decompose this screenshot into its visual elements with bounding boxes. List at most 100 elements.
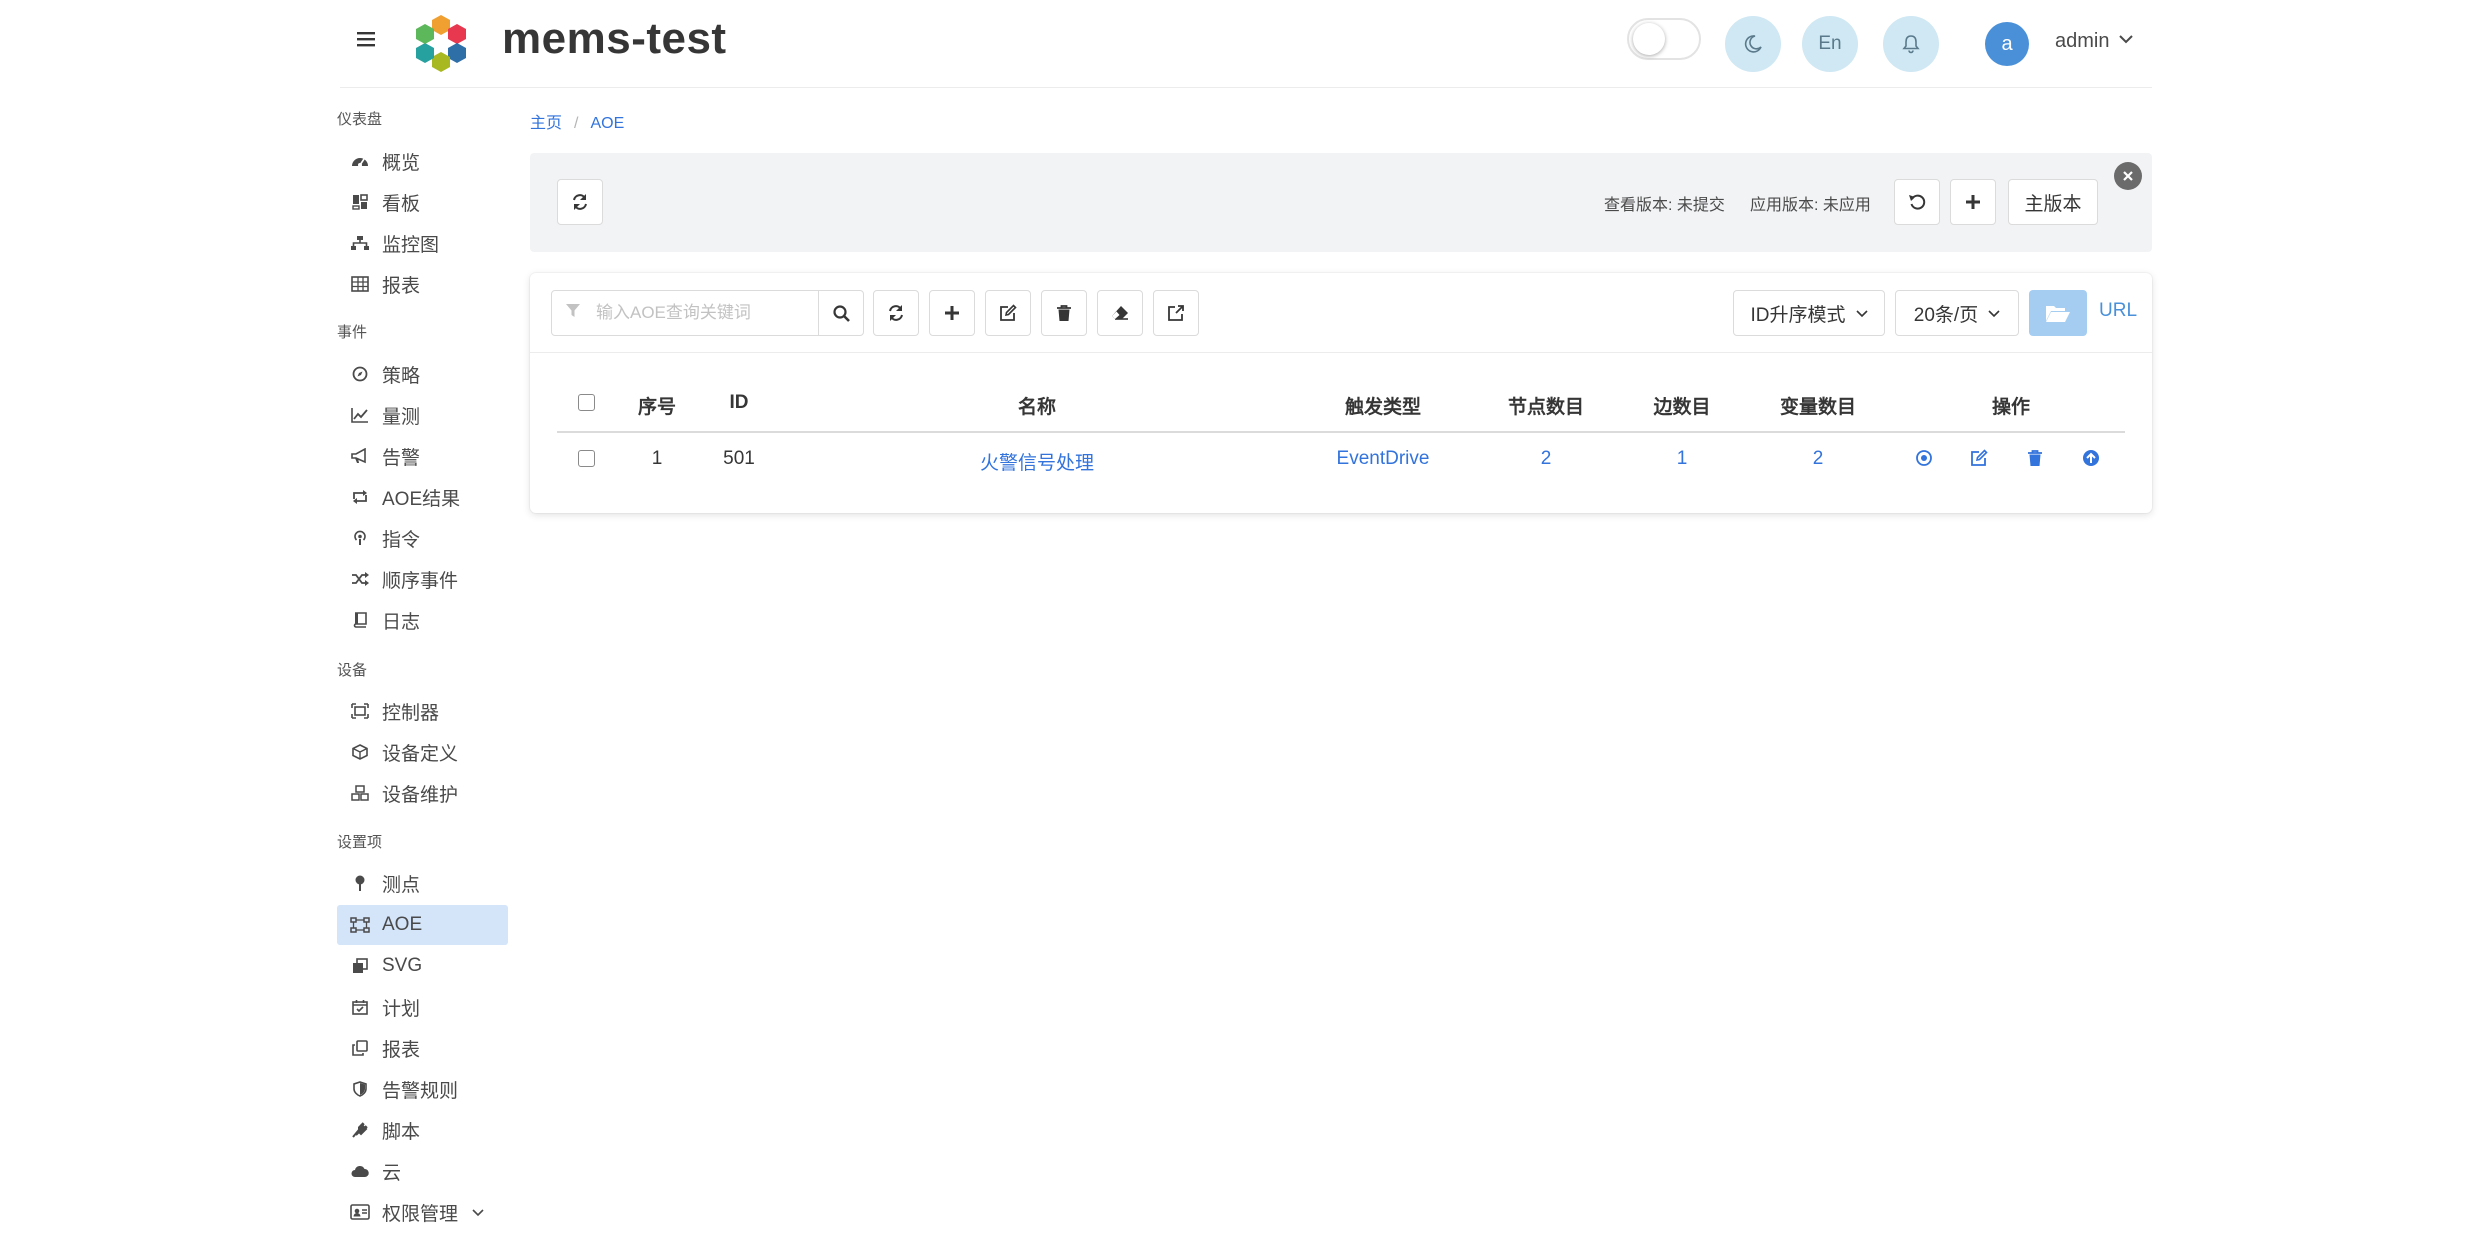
- open-folder-button[interactable]: [2029, 290, 2087, 336]
- sidebar-item-controller[interactable]: 控制器: [337, 691, 508, 731]
- folder-open-icon: [2046, 306, 2070, 322]
- column-header-actions: 操作: [1991, 397, 2031, 418]
- switch-knob: [1633, 23, 1665, 55]
- apply-version-text: 应用版本: 未应用: [1750, 197, 1871, 214]
- dark-mode-button[interactable]: [1725, 16, 1781, 72]
- edit-aoe-button[interactable]: [985, 290, 1031, 336]
- shield-icon: [350, 1079, 370, 1099]
- eraser-icon: [1112, 306, 1128, 320]
- theme-switch[interactable]: [1627, 18, 1701, 60]
- notification-button[interactable]: [1883, 16, 1939, 72]
- search-box: [551, 290, 819, 336]
- dot-circle-icon: [1916, 450, 1932, 466]
- sidebar-item-label: 云: [382, 1162, 402, 1184]
- sidebar-item-aoe-result[interactable]: AOE结果: [337, 477, 508, 517]
- row-edit-button[interactable]: [1968, 447, 1990, 469]
- sidebar-item-measurement[interactable]: 量测: [337, 395, 508, 435]
- sidebar-item-label: 监控图: [382, 234, 440, 256]
- avatar[interactable]: a: [1985, 22, 2029, 66]
- sidebar-item-label: 报表: [382, 1039, 421, 1061]
- select-all-checkbox[interactable]: [578, 394, 595, 411]
- sidebar-item-cloud[interactable]: 云: [337, 1151, 508, 1191]
- cell-name-link[interactable]: 火警信号处理: [980, 448, 1094, 475]
- column-header-trigger-type[interactable]: 触发类型: [1345, 392, 1421, 419]
- sidebar-item-script[interactable]: 脚本: [337, 1110, 508, 1150]
- clone-icon: [350, 956, 370, 976]
- sidebar-item-measure-point[interactable]: 测点: [337, 863, 508, 903]
- breadcrumb-current[interactable]: AOE: [590, 115, 624, 132]
- sidebar-item-device-definition[interactable]: 设备定义: [337, 732, 508, 772]
- plus-icon: [945, 306, 959, 320]
- cell-edge-count-link[interactable]: 1: [1677, 448, 1688, 470]
- cell-trigger-type-link[interactable]: EventDrive: [1337, 448, 1430, 470]
- row-delete-button[interactable]: [2024, 447, 2046, 469]
- sort-mode-select[interactable]: ID升序模式: [1733, 290, 1885, 336]
- search-button[interactable]: [818, 290, 864, 336]
- row-view-button[interactable]: [1913, 447, 1935, 469]
- user-menu-name[interactable]: admin: [2055, 30, 2109, 53]
- menu-toggle-button[interactable]: [352, 26, 380, 54]
- sidebar-item-plan[interactable]: 计划: [337, 987, 508, 1027]
- filter-icon: [566, 303, 580, 323]
- cell-variable-count-link[interactable]: 2: [1813, 448, 1824, 470]
- search-input[interactable]: [594, 302, 794, 324]
- language-button[interactable]: En: [1802, 16, 1858, 72]
- sidebar-item-label: 告警规则: [382, 1080, 459, 1102]
- sidebar-item-label: 计划: [382, 998, 421, 1020]
- sidebar-item-alarm-rule[interactable]: 告警规则: [337, 1069, 508, 1109]
- sidebar-item-command[interactable]: 指令: [337, 518, 508, 558]
- edit-icon: [1000, 304, 1017, 321]
- arrow-circle-up-icon: [2083, 450, 2099, 466]
- sidebar-item-monitor-diagram[interactable]: 监控图: [337, 223, 508, 263]
- add-aoe-button[interactable]: [929, 290, 975, 336]
- main-version-button[interactable]: 主版本: [2008, 179, 2098, 225]
- breadcrumb-home-link[interactable]: 主页: [530, 115, 562, 132]
- sidebar-item-board[interactable]: 看板: [337, 182, 508, 222]
- column-header-node-count[interactable]: 节点数目: [1508, 392, 1584, 419]
- calendar-check-icon: [350, 997, 370, 1017]
- bell-icon: [1902, 35, 1920, 54]
- close-version-panel-button[interactable]: [2114, 162, 2142, 190]
- add-version-button[interactable]: [1950, 179, 1996, 225]
- sidebar-item-report[interactable]: 报表: [337, 264, 508, 304]
- sidebar-item-aoe[interactable]: AOE: [337, 905, 508, 945]
- chevron-down-icon: [472, 1204, 484, 1220]
- app-logo: [410, 12, 472, 74]
- undo-version-button[interactable]: [1894, 179, 1940, 225]
- delete-aoe-button[interactable]: [1041, 290, 1087, 336]
- export-button[interactable]: [1153, 290, 1199, 336]
- clear-button[interactable]: [1097, 290, 1143, 336]
- page-size-select[interactable]: 20条/页: [1895, 290, 2019, 336]
- column-header-index[interactable]: 序号: [638, 392, 676, 419]
- breadcrumb-separator: /: [574, 115, 579, 132]
- sidebar-item-overview[interactable]: 概览: [337, 141, 508, 181]
- column-header-variable-count[interactable]: 变量数目: [1780, 392, 1856, 419]
- sidebar-item-report-setting[interactable]: 报表: [337, 1028, 508, 1068]
- chevron-down-icon: [1988, 306, 2000, 321]
- undo-icon: [1909, 194, 1926, 210]
- column-header-edge-count[interactable]: 边数目: [1653, 392, 1710, 419]
- project-diagram-icon: [350, 915, 370, 935]
- sidebar-item-label: 报表: [382, 275, 421, 297]
- row-checkbox[interactable]: [578, 450, 595, 467]
- refresh-list-button[interactable]: [873, 290, 919, 336]
- column-header-id[interactable]: ID: [730, 392, 749, 414]
- url-link[interactable]: URL: [2099, 300, 2137, 322]
- sidebar-item-svg[interactable]: SVG: [337, 946, 508, 986]
- sidebar-item-permission-management[interactable]: 权限管理: [337, 1192, 508, 1232]
- sidebar-item-device-maintenance[interactable]: 设备维护: [337, 773, 508, 813]
- sidebar-item-strategy[interactable]: 策略: [337, 354, 508, 394]
- close-icon: [2123, 171, 2133, 181]
- row-upload-button[interactable]: [2080, 447, 2102, 469]
- sidebar-item-log[interactable]: 日志: [337, 600, 508, 640]
- cell-node-count-link[interactable]: 2: [1541, 448, 1552, 470]
- version-refresh-button[interactable]: [557, 179, 603, 225]
- column-header-name[interactable]: 名称: [1018, 392, 1056, 419]
- breadcrumb: 主页 / AOE: [530, 109, 624, 133]
- user-menu-caret[interactable]: [2118, 28, 2134, 51]
- sidebar-item-label: 告警: [382, 447, 421, 469]
- sidebar-item-alarm[interactable]: 告警: [337, 436, 508, 476]
- sidebar-item-sequence-event[interactable]: 顺序事件: [337, 559, 508, 599]
- hamburger-icon: [357, 32, 375, 47]
- language-label: En: [1818, 33, 1842, 54]
